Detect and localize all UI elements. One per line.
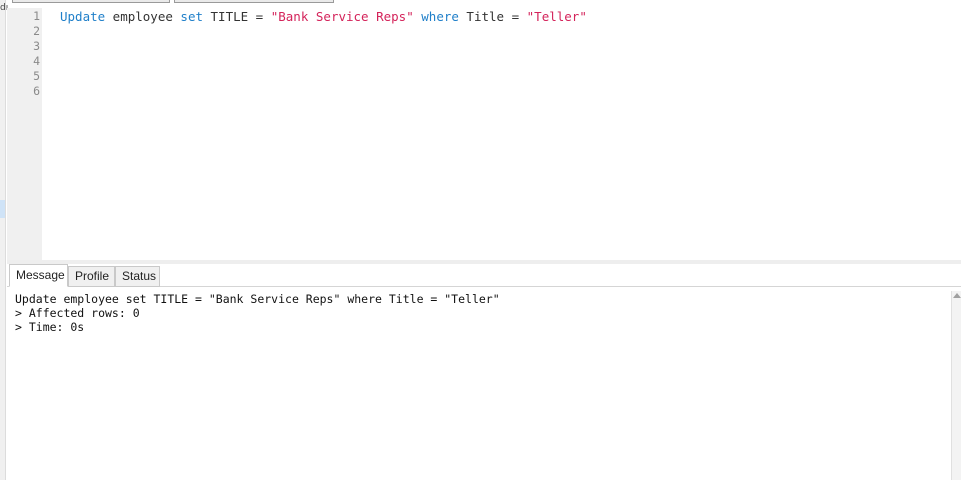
keyword-where: where bbox=[421, 9, 459, 24]
result-tabbar: Status Profile Message bbox=[7, 264, 961, 287]
line-number: 3 bbox=[33, 39, 40, 53]
keyword-set: set bbox=[180, 9, 203, 24]
line-number: 1 bbox=[33, 9, 40, 23]
line-number-gutter: 1 2 3 4 5 6 bbox=[7, 8, 42, 260]
code-text: TITLE = bbox=[203, 9, 271, 24]
tab-profile[interactable]: Profile bbox=[68, 266, 115, 287]
sql-editor[interactable]: 1 2 3 4 5 6 Update employee set TITLE = … bbox=[7, 8, 961, 260]
left-panel-edge: dı bbox=[0, 0, 8, 480]
top-toolbar-tab-2[interactable] bbox=[174, 0, 334, 3]
message-line: > Time: 0s bbox=[15, 320, 85, 334]
chevron-up-icon[interactable] bbox=[953, 293, 961, 298]
code-text: employee bbox=[105, 9, 181, 24]
message-line: Update employee set TITLE = "Bank Servic… bbox=[15, 292, 500, 306]
tab-message[interactable]: Message bbox=[9, 264, 68, 287]
message-line: > Affected rows: 0 bbox=[15, 306, 140, 320]
line-number: 2 bbox=[33, 24, 40, 38]
keyword-update: Update bbox=[60, 9, 106, 24]
tab-status[interactable]: Status bbox=[115, 266, 160, 287]
line-number: 6 bbox=[33, 84, 40, 98]
code-line-1[interactable]: Update employee set TITLE = "Bank Servic… bbox=[60, 9, 587, 24]
top-toolbar-tab-1[interactable] bbox=[12, 0, 170, 3]
left-panel-selection-marker bbox=[0, 200, 5, 218]
message-scrollbar[interactable] bbox=[951, 291, 961, 480]
line-number: 5 bbox=[33, 69, 40, 83]
string-literal: "Teller" bbox=[526, 9, 587, 24]
string-literal: "Bank Service Reps" bbox=[270, 9, 414, 24]
message-output[interactable]: Update employee set TITLE = "Bank Servic… bbox=[7, 287, 951, 480]
code-text: Title = bbox=[458, 9, 527, 24]
line-number: 4 bbox=[33, 54, 40, 68]
